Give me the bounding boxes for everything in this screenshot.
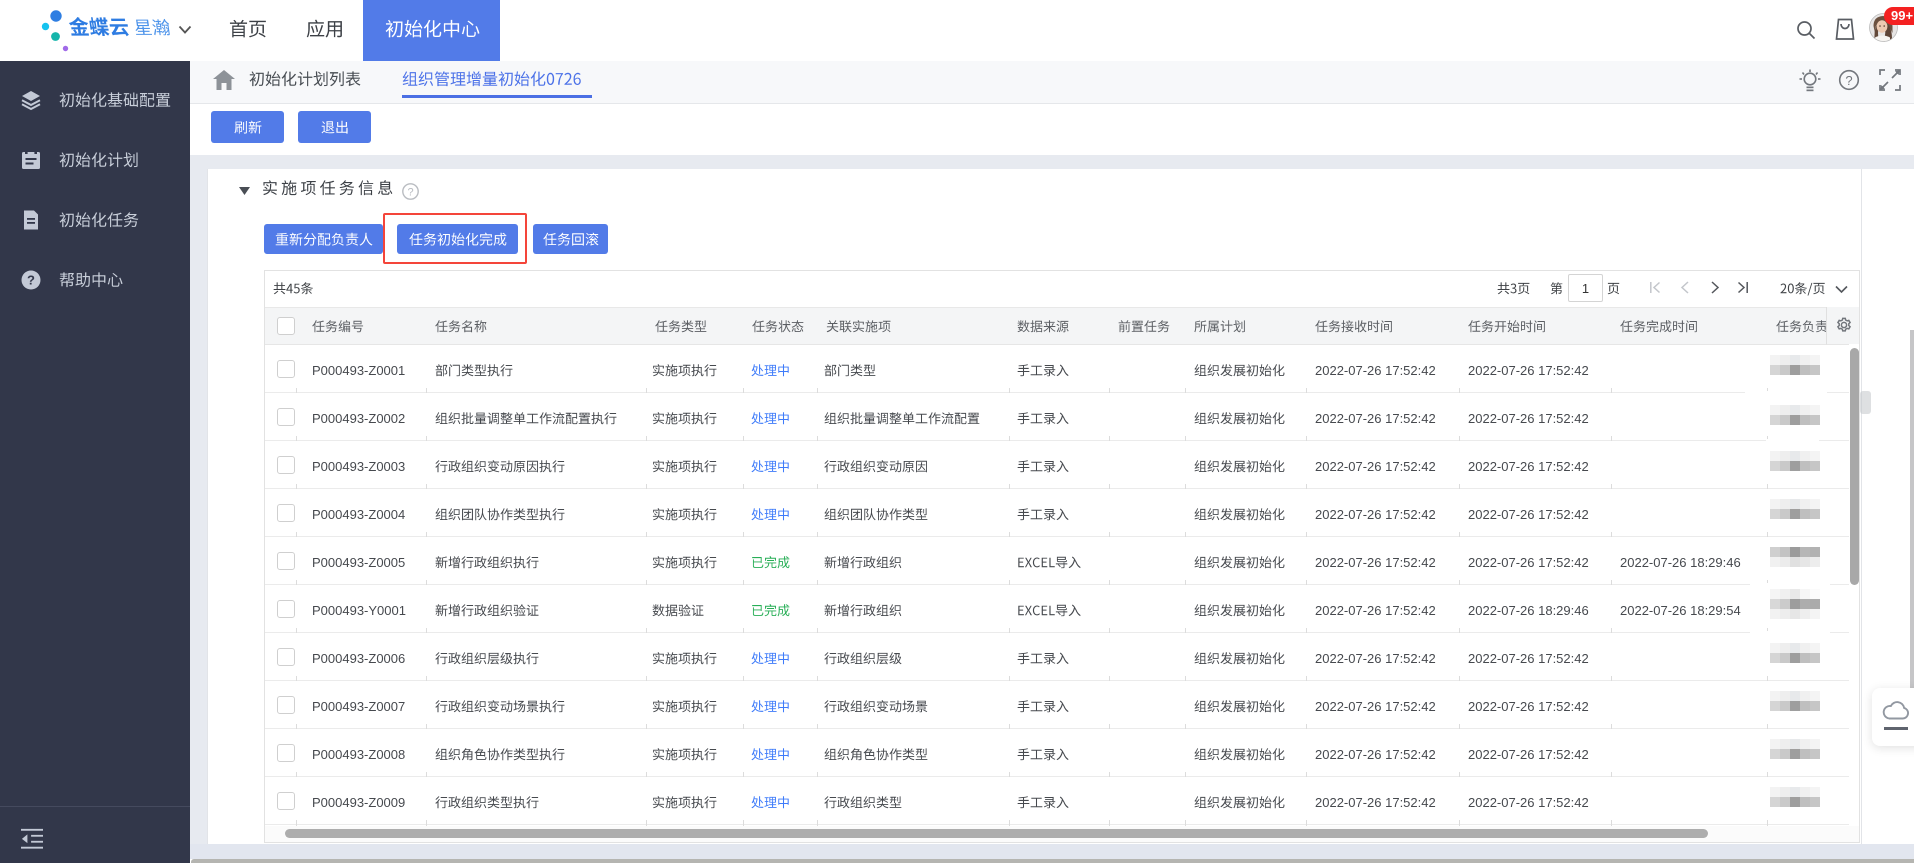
svg-text:?: ? [27,273,35,288]
svg-text:?: ? [1845,73,1852,88]
svg-text:?: ? [407,187,413,199]
